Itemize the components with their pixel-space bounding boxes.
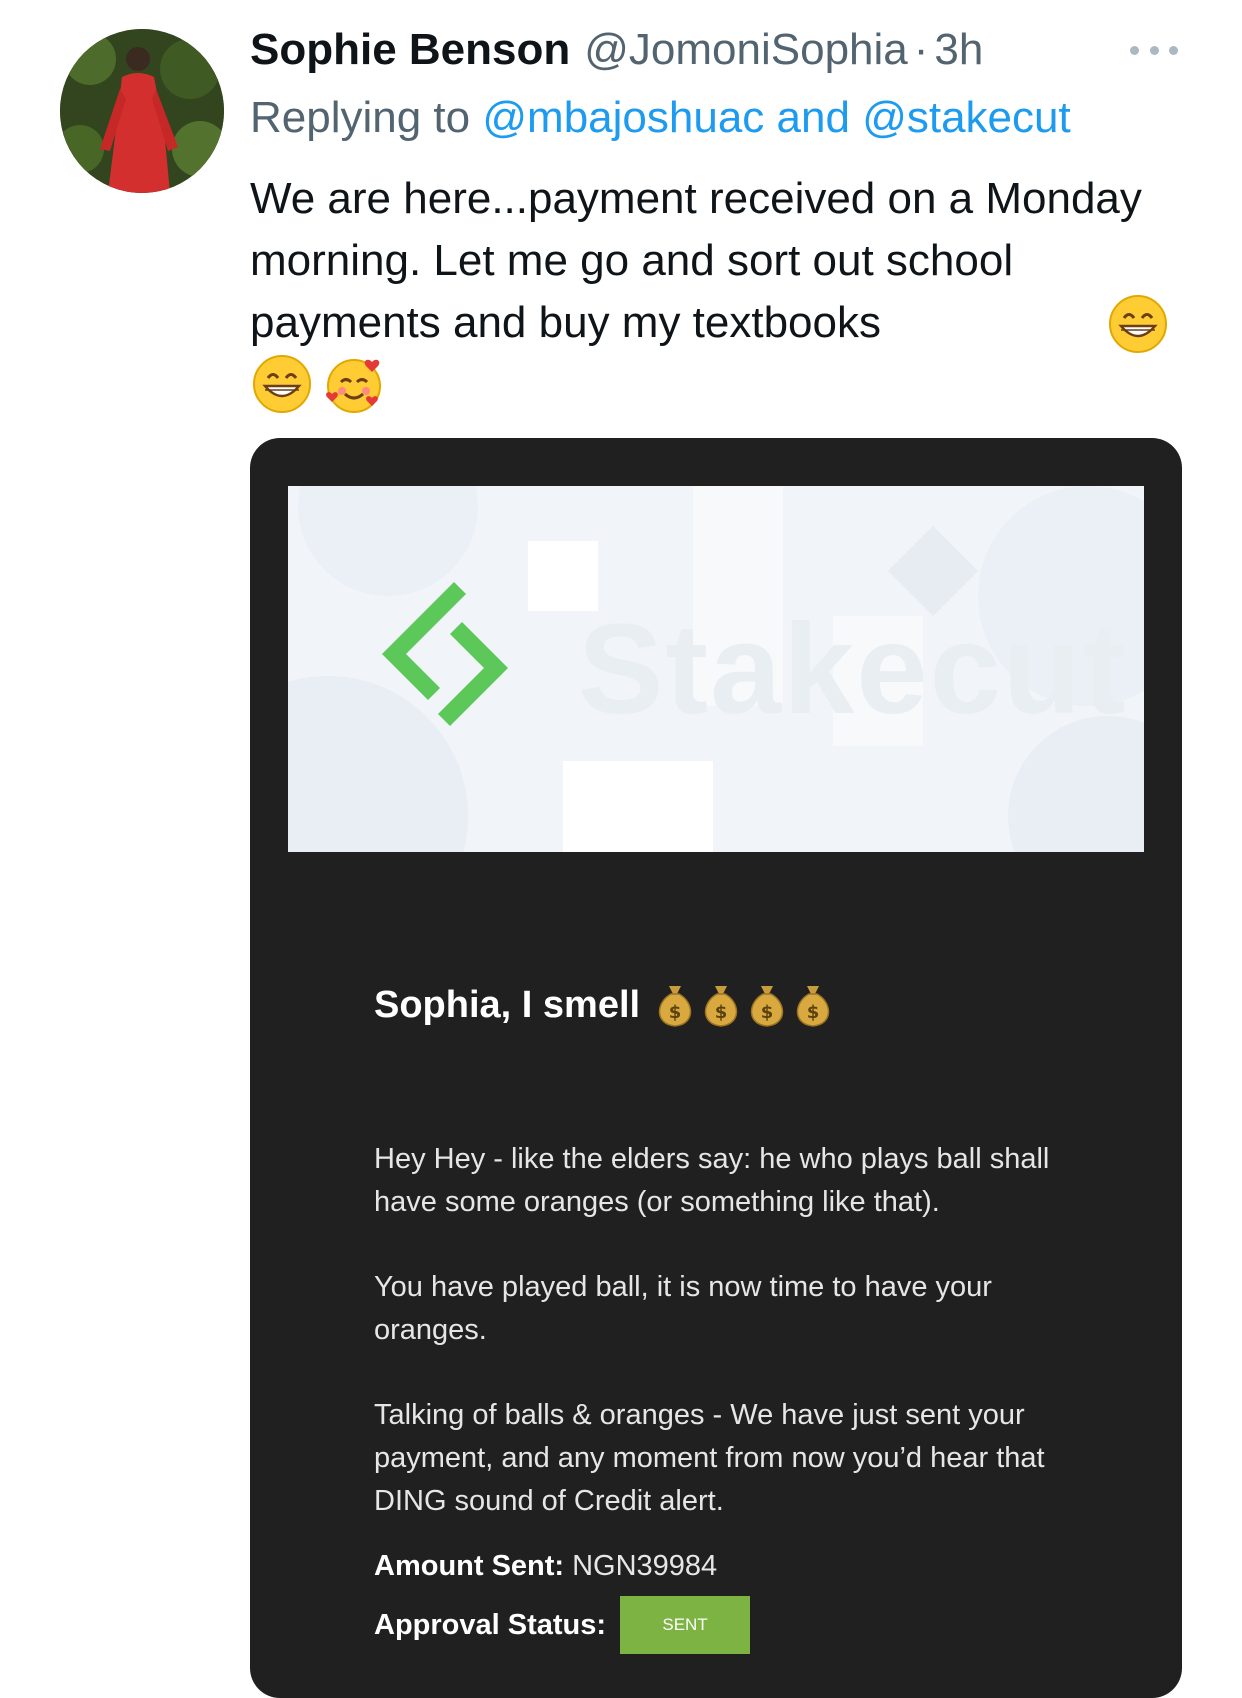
- amount-sent-value: NGN39984: [572, 1550, 718, 1582]
- avatar[interactable]: [60, 29, 224, 193]
- smiling-face-with-hearts-icon: [326, 359, 381, 413]
- replying-to-conjunction[interactable]: and: [777, 93, 850, 142]
- money-bag-icon: $: [796, 986, 830, 1027]
- tweet-text: We are here...payment received on a Mond…: [250, 174, 1142, 347]
- approval-status-row: Approval Status: SENT: [374, 1596, 751, 1654]
- tweet-emoji-row: [252, 354, 384, 414]
- brand-watermark: Stakecut: [578, 598, 1128, 741]
- grinning-face-icon: [1109, 295, 1167, 353]
- stakecut-logo-icon: [382, 582, 508, 726]
- tweet-media-card[interactable]: Stakecut Sophia, I smell $ $ $ $ Hey Hey…: [250, 438, 1182, 1698]
- money-bag-emojis: $ $ $ $: [654, 982, 834, 1028]
- email-paragraph: You have played ball, it is now time to …: [374, 1271, 992, 1346]
- svg-text:$: $: [807, 1002, 820, 1023]
- grinning-face-icon: [253, 355, 311, 413]
- email-banner: Stakecut: [288, 486, 1144, 852]
- mention-link-stakecut[interactable]: @stakecut: [862, 93, 1071, 142]
- tweet-header: Sophie Benson @JomoniSophia · 3h: [250, 22, 983, 78]
- email-paragraph: Hey Hey - like the elders say: he who pl…: [374, 1143, 1050, 1218]
- amount-sent-row: Amount Sent: NGN39984: [374, 1550, 717, 1583]
- more-options-icon[interactable]: [1130, 38, 1178, 62]
- email-heading: Sophia, I smell $ $ $ $: [374, 982, 834, 1028]
- email-body: Hey Hey - like the elders say: he who pl…: [374, 1138, 1074, 1565]
- mention-link-mbajoshuac[interactable]: @mbajoshuac: [482, 93, 764, 142]
- replying-to: Replying to @mbajoshuac and @stakecut: [250, 88, 1071, 148]
- status-badge: SENT: [620, 1596, 751, 1654]
- replying-to-label: Replying to: [250, 93, 471, 142]
- money-bag-icon: $: [658, 986, 692, 1027]
- author-handle[interactable]: @JomoniSophia: [584, 22, 908, 78]
- svg-text:$: $: [669, 1002, 682, 1023]
- approval-status-label: Approval Status:: [374, 1608, 607, 1641]
- svg-text:$: $: [715, 1002, 728, 1023]
- money-bag-icon: $: [704, 986, 738, 1027]
- amount-sent-label: Amount Sent:: [374, 1550, 565, 1582]
- author-name[interactable]: Sophie Benson: [250, 22, 570, 78]
- email-paragraph: Talking of balls & oranges - We have jus…: [374, 1399, 1045, 1517]
- avatar-image: [60, 29, 224, 193]
- tweet-timestamp[interactable]: 3h: [934, 22, 983, 78]
- money-bag-icon: $: [750, 986, 784, 1027]
- svg-text:$: $: [761, 1002, 774, 1023]
- separator-dot: ·: [913, 25, 929, 74]
- email-heading-text: Sophia, I smell: [374, 983, 641, 1026]
